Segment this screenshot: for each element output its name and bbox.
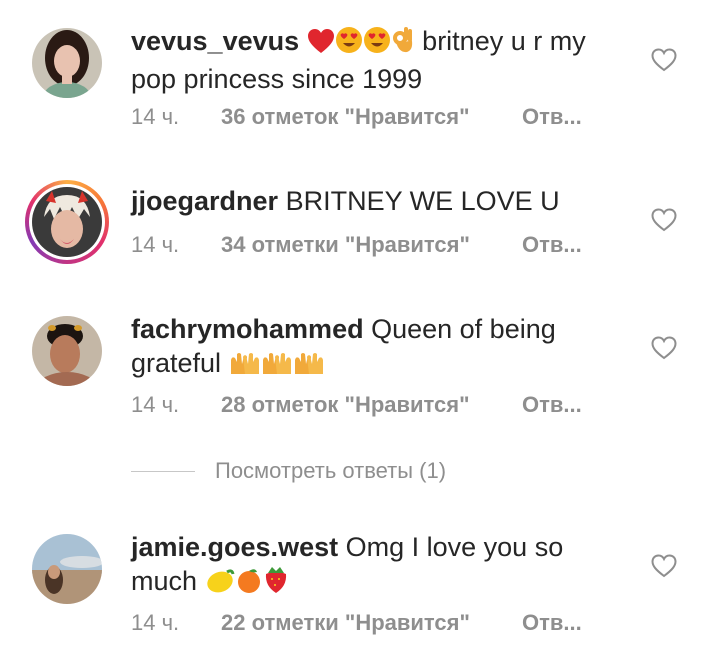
comment-text: fachrymohammed Queen of being grateful (131, 312, 611, 384)
comment-body-continued: much (131, 566, 198, 596)
comment-likes[interactable]: 34 отметки "Нравится" (221, 232, 470, 258)
story-ring[interactable] (25, 180, 109, 264)
view-replies-button[interactable]: Посмотреть ответы (1) (131, 458, 631, 488)
like-heart-icon[interactable] (651, 336, 677, 360)
view-replies-label[interactable]: Посмотреть ответы (1) (215, 458, 446, 484)
reply-button[interactable]: Отв... (522, 610, 582, 636)
comment-username[interactable]: jamie.goes.west (131, 532, 338, 562)
comment-meta: 14 ч. 22 отметки "Нравится" Отв... (131, 610, 582, 636)
reply-button[interactable]: Отв... (522, 104, 582, 130)
lemon-icon (205, 568, 235, 602)
divider-line (131, 471, 195, 472)
ok-hand-icon (391, 24, 415, 62)
comment-body: Queen of being (371, 314, 556, 344)
comment-body: Omg I love you so (345, 532, 564, 562)
comment-username[interactable]: fachrymohammed (131, 314, 364, 344)
heart-eyes-icon (363, 26, 391, 62)
reply-button[interactable]: Отв... (522, 392, 582, 418)
comment-meta: 14 ч. 34 отметки "Нравится" Отв... (131, 232, 582, 258)
comment-time: 14 ч. (131, 104, 180, 129)
red-heart-icon (307, 28, 335, 62)
comment-body: britney u r my (422, 26, 586, 56)
comment-likes[interactable]: 36 отметок "Нравится" (221, 104, 470, 130)
comment-likes[interactable]: 22 отметки "Нравится" (221, 610, 470, 636)
comment-body-continued: pop princess since 1999 (131, 64, 423, 94)
tangerine-icon (235, 566, 263, 602)
comment-text: vevus_vevus britney u r my pop princess … (131, 24, 611, 96)
avatar[interactable] (32, 534, 102, 604)
comment-text: jjoegardner BRITNEY WE LOVE U (131, 184, 611, 218)
comment-username[interactable]: jjoegardner (131, 186, 278, 216)
comment-meta: 14 ч. 28 отметок "Нравится" Отв... (131, 392, 582, 418)
like-heart-icon[interactable] (651, 208, 677, 232)
raised-hands-icon (261, 350, 293, 384)
comment-time: 14 ч. (131, 232, 180, 257)
avatar[interactable] (32, 187, 102, 257)
comment-time: 14 ч. (131, 392, 180, 417)
avatar[interactable] (32, 28, 102, 98)
comment-meta: 14 ч. 36 отметок "Нравится" Отв... (131, 104, 582, 130)
raised-hands-icon (229, 350, 261, 384)
comment-likes[interactable]: 28 отметок "Нравится" (221, 392, 470, 418)
comment-text: jamie.goes.west Omg I love you so much (131, 530, 611, 602)
like-heart-icon[interactable] (651, 554, 677, 578)
avatar[interactable] (32, 316, 102, 386)
comment-body: BRITNEY WE LOVE U (285, 186, 560, 216)
like-heart-icon[interactable] (651, 48, 677, 72)
reply-button[interactable]: Отв... (522, 232, 582, 258)
heart-eyes-icon (335, 26, 363, 62)
comment-time: 14 ч. (131, 610, 180, 635)
comment-body-continued: grateful (131, 348, 222, 378)
strawberry-icon (263, 564, 289, 602)
raised-hands-icon (293, 350, 325, 384)
comment-username[interactable]: vevus_vevus (131, 26, 299, 56)
